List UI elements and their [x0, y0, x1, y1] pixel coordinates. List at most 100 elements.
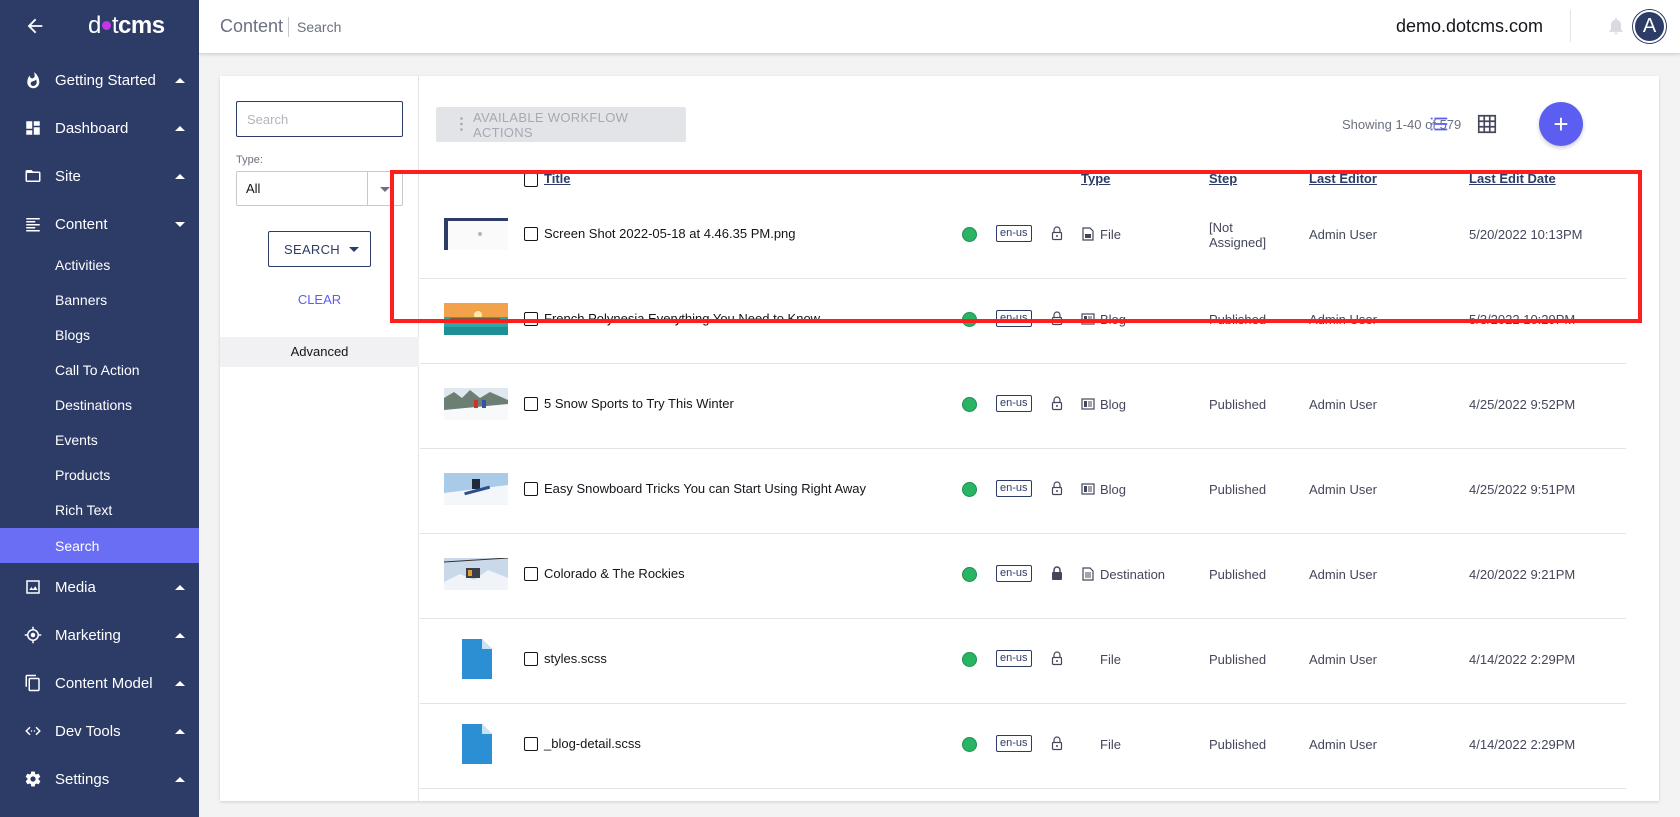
image-icon — [26, 580, 40, 594]
thumbnail-image[interactable] — [444, 639, 508, 679]
language-badge: en-us — [996, 735, 1032, 752]
dotcms-logo: d tcms — [88, 12, 165, 39]
row-title[interactable]: styles.scss — [544, 651, 607, 666]
row-last-editor: Admin User — [1309, 482, 1377, 497]
lock-icon[interactable] — [1051, 311, 1063, 326]
type-dropdown-value: All — [246, 181, 261, 196]
table-row[interactable]: styles.scss en-us File Published Admin User 4… — [420, 619, 1626, 704]
column-title[interactable]: Title — [544, 171, 571, 186]
row-checkbox[interactable] — [524, 312, 538, 326]
sidebar-subitem-search[interactable]: Search — [0, 528, 199, 563]
sidebar-item-site[interactable]: Site — [0, 154, 199, 198]
search-input[interactable] — [236, 101, 403, 137]
clear-button[interactable]: CLEAR — [220, 292, 419, 307]
lock-icon[interactable] — [1051, 226, 1063, 241]
row-checkbox[interactable] — [524, 397, 538, 411]
sidebar-item-dashboard[interactable]: Dashboard — [0, 106, 199, 150]
site-selector[interactable]: demo.dotcms.com — [1396, 16, 1543, 37]
workflow-actions-label: AVAILABLE WORKFLOW ACTIONS — [473, 109, 629, 140]
grid-view-icon[interactable] — [1476, 113, 1498, 135]
row-title[interactable]: Easy Snowboard Tricks You can Start Usin… — [544, 481, 866, 496]
sidebar-subitem-banners[interactable]: Banners — [0, 282, 199, 317]
thumbnail-image[interactable] — [444, 388, 508, 420]
caret-up-icon — [175, 584, 185, 590]
select-all-checkbox[interactable] — [524, 173, 538, 187]
thumbnail-image[interactable] — [444, 724, 508, 764]
bell-icon[interactable] — [1606, 16, 1626, 36]
column-last-editor[interactable]: Last Editor — [1309, 171, 1377, 186]
search-button[interactable]: SEARCH — [268, 231, 371, 267]
column-step[interactable]: Step — [1209, 171, 1237, 186]
sidebar-item-media[interactable]: Media — [0, 565, 199, 609]
row-type: Blog — [1100, 482, 1127, 497]
table-row[interactable]: Colorado & The Rockies en-us Destination Pu… — [420, 534, 1626, 619]
row-title[interactable]: Screen Shot 2022-05-18 at 4.46.35 PM.png — [544, 226, 796, 241]
sidebar-item-label: Marketing — [55, 626, 121, 644]
thumbnail-image[interactable] — [444, 473, 508, 505]
sidebar-subitem-activities[interactable]: Activities — [0, 247, 199, 282]
table-row[interactable]: French Polynesia Everything You Need to … — [420, 279, 1626, 364]
row-step: Published — [1209, 567, 1267, 582]
sidebar-item-marketing[interactable]: Marketing — [0, 613, 199, 657]
back-arrow-icon[interactable] — [24, 15, 46, 37]
sidebar-subitem-call-to-action[interactable]: Call To Action — [0, 352, 199, 387]
user-avatar[interactable]: A — [1633, 10, 1666, 43]
row-checkbox[interactable] — [524, 652, 538, 666]
folder-icon — [25, 170, 41, 182]
lock-icon[interactable] — [1051, 566, 1063, 581]
sidebar-subitem-label: Activities — [55, 256, 111, 273]
row-last-editor: Admin User — [1309, 227, 1377, 242]
search-button-label: SEARCH — [284, 241, 340, 257]
advanced-toggle[interactable]: Advanced — [220, 337, 419, 367]
sidebar-subitem-products[interactable]: Products — [0, 457, 199, 492]
target-icon — [24, 626, 42, 644]
table-row[interactable]: Screen Shot 2022-05-18 at 4.46.35 PM.png… — [420, 194, 1626, 279]
thumbnail-image[interactable] — [444, 218, 508, 250]
row-type: Blog — [1100, 312, 1127, 327]
column-type[interactable]: Type — [1081, 171, 1110, 186]
lock-icon[interactable] — [1051, 736, 1063, 751]
thumbnail-image[interactable] — [444, 558, 508, 590]
lock-icon[interactable] — [1051, 396, 1063, 411]
row-checkbox[interactable] — [524, 227, 538, 241]
sidebar-item-settings[interactable]: Settings — [0, 757, 199, 801]
row-checkbox[interactable] — [524, 567, 538, 581]
lock-icon[interactable] — [1051, 481, 1063, 496]
sidebar-subitem-rich-text[interactable]: Rich Text — [0, 492, 199, 527]
sidebar-subitem-blogs[interactable]: Blogs — [0, 317, 199, 352]
sidebar-item-content-model[interactable]: Content Model — [0, 661, 199, 705]
column-last-edit-date[interactable]: Last Edit Date — [1469, 171, 1556, 186]
status-published-dot — [962, 482, 977, 497]
row-title[interactable]: 5 Snow Sports to Try This Winter — [544, 396, 734, 411]
thumbnail-image[interactable] — [444, 303, 508, 335]
row-step: [Not Assigned] — [1209, 220, 1267, 250]
row-title[interactable]: Colorado & The Rockies — [544, 566, 685, 581]
sidebar-item-getting-started[interactable]: Getting Started — [0, 58, 199, 102]
row-checkbox[interactable] — [524, 737, 538, 751]
row-checkbox[interactable] — [524, 482, 538, 496]
sidebar-subitem-destinations[interactable]: Destinations — [0, 387, 199, 422]
sidebar-subitem-events[interactable]: Events — [0, 422, 199, 457]
add-content-button[interactable]: + — [1539, 102, 1583, 146]
divider — [1570, 10, 1571, 42]
table-row[interactable]: 5 Snow Sports to Try This Winter en-us Blo… — [420, 364, 1626, 449]
row-last-editor: Admin User — [1309, 397, 1377, 412]
sidebar-item-label: Getting Started — [55, 71, 156, 89]
row-step: Published — [1209, 397, 1267, 412]
list-view-icon[interactable] — [1428, 113, 1450, 135]
row-last-editor: Admin User — [1309, 312, 1377, 327]
breadcrumb-section[interactable]: Content — [220, 16, 283, 37]
row-title[interactable]: French Polynesia Everything You Need to … — [544, 311, 820, 326]
workflow-actions-button[interactable]: AVAILABLE WORKFLOW ACTIONS — [436, 107, 686, 142]
sidebar-item-content[interactable]: Content — [0, 202, 199, 246]
document-icon — [1081, 567, 1095, 581]
content-search-panel: Type: All SEARCH CLEAR Advanced AVAILABL… — [220, 76, 1659, 801]
type-dropdown[interactable]: All — [236, 171, 403, 206]
chevron-down-icon[interactable] — [349, 247, 359, 252]
sidebar-item-dev-tools[interactable]: Dev Tools — [0, 709, 199, 753]
table-row[interactable]: Easy Snowboard Tricks You can Start Usin… — [420, 449, 1626, 534]
lock-icon[interactable] — [1051, 651, 1063, 666]
table-row[interactable]: _blog-detail.scss en-us File Published Admin… — [420, 704, 1626, 789]
sidebar-subitem-label: Blogs — [55, 326, 91, 343]
row-title[interactable]: _blog-detail.scss — [544, 736, 641, 751]
